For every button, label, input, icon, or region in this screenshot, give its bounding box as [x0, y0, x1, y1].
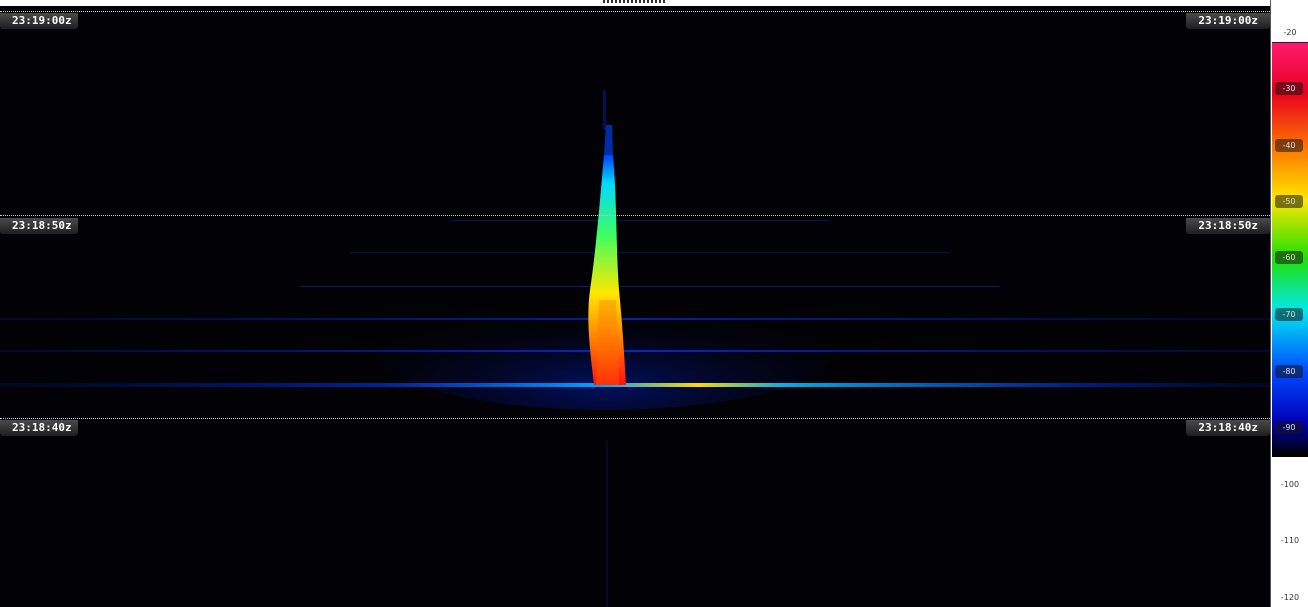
- scale-tick: -60: [1275, 251, 1303, 264]
- top-handle-bar[interactable]: [0, 0, 1270, 6]
- time-gridline: [0, 11, 1270, 12]
- interference-line: [0, 318, 1270, 320]
- time-label-right: 23:18:40z: [1186, 420, 1270, 436]
- scale-tick: -110: [1280, 536, 1300, 545]
- scale-tick: -90: [1275, 421, 1303, 434]
- scale-tick: -50: [1275, 195, 1303, 208]
- scale-tick: -40: [1275, 139, 1303, 152]
- color-gradient-bar: [1272, 43, 1308, 455]
- time-label-left: 23:19:00z: [0, 13, 78, 29]
- time-label-right: 23:19:00z: [1186, 13, 1270, 29]
- scale-lower-marker[interactable]: [1272, 455, 1308, 457]
- color-scale[interactable]: -20 -30 -40 -50 -60 -70 -80 -90 -100 -11…: [1270, 0, 1308, 607]
- spectrogram-canvas: [0, 0, 1270, 607]
- waterfall-display[interactable]: 23:19:00z 23:19:00z 23:18:50z 23:18:50z …: [0, 0, 1270, 607]
- scale-tick: -20: [1283, 28, 1297, 37]
- scale-tick: -120: [1280, 593, 1300, 602]
- time-gridline: [0, 418, 1270, 419]
- interference-line: [0, 350, 1270, 352]
- time-label-left: 23:18:50z: [0, 218, 78, 234]
- carrier-line: [0, 383, 1270, 387]
- time-label-right: 23:18:50z: [1186, 218, 1270, 234]
- time-label-left: 23:18:40z: [0, 420, 78, 436]
- scale-tick: -80: [1275, 365, 1303, 378]
- time-gridline: [0, 215, 1270, 216]
- scale-tick: -100: [1280, 480, 1300, 489]
- scale-tick: -70: [1275, 308, 1303, 321]
- scale-tick: -30: [1275, 82, 1303, 95]
- drag-grip[interactable]: [603, 0, 667, 3]
